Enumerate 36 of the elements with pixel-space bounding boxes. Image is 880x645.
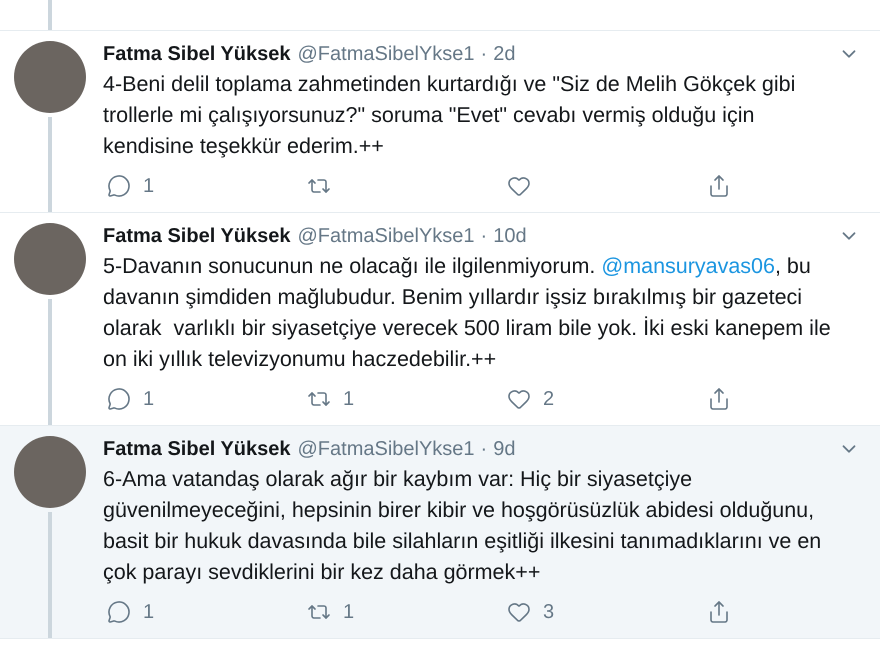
author-handle[interactable]: @FatmaSibelYkse1 [298, 221, 475, 251]
mention-link[interactable]: @mansuryavas06 [601, 254, 775, 278]
speech-bubble-icon [107, 387, 131, 411]
speech-bubble-icon [107, 600, 131, 624]
tweet-time[interactable]: 2d [493, 39, 516, 69]
heart-icon [507, 600, 531, 624]
tweet-text: 5-Davanın sonucunun ne olacağı ile ilgilenmiyorum. @mansuryavas06, bu davanın şimdiden mağlubudur. Benim yıllardır işsiz bırakılmış bir gazeteci olarak varlıklı bir siyasetçiye verecek 500 liram bile yok. İki eski kanepem ile on iki yıllık televizyonumu haczedebilir.++ [103, 253, 832, 373]
tweet-text: 6-Ama vatandaş olarak ağır bir kaybım var: Hiç bir siyasetçiye güvenilmeyeceğini, hepsinin birer kibir ve hoşgörüsüzlük abidesi olduğunu, basit bir hukuk davasında bile silahların eşitliği ilkesini tanımadıklarını ve en çok parayı sevdiklerini bir kez daha görmek++ [103, 466, 822, 586]
share-button[interactable] [707, 174, 731, 198]
share-icon [707, 174, 731, 198]
tweet-time[interactable]: 9d [493, 434, 516, 464]
like-button[interactable]: 3 [507, 597, 554, 627]
reply-button[interactable]: 1 [107, 171, 154, 201]
retweet-button[interactable]: 1 [307, 384, 354, 414]
author-handle[interactable]: @FatmaSibelYkse1 [298, 434, 475, 464]
like-button[interactable] [507, 174, 531, 198]
speech-bubble-icon [107, 174, 131, 198]
tweet-text: 4-Beni delil toplama zahmetinden kurtardığı ve "Siz de Melih Gökçek gibi trollerle mi çalışıyorsunuz?" soruma "Evet" cevabı vermiş olduğu için kendisine teşekkür ederim.++ [103, 71, 796, 160]
reply-button[interactable]: 1 [107, 384, 154, 414]
share-icon [707, 387, 731, 411]
tweet-time[interactable]: 10d [493, 221, 527, 251]
separator: · [480, 42, 488, 67]
like-button[interactable]: 2 [507, 384, 554, 414]
retweet-button[interactable]: 1 [307, 597, 354, 627]
share-button[interactable] [707, 600, 731, 624]
heart-icon [507, 387, 531, 411]
separator: · [480, 224, 488, 249]
reply-button[interactable]: 1 [107, 597, 154, 627]
share-icon [707, 600, 731, 624]
share-button[interactable] [707, 387, 731, 411]
heart-icon [507, 174, 531, 198]
separator: · [480, 437, 488, 462]
author-handle[interactable]: @FatmaSibelYkse1 [298, 39, 475, 69]
author-name[interactable]: Fatma Sibel Yüksek [103, 434, 290, 464]
author-name[interactable]: Fatma Sibel Yüksek [103, 221, 290, 251]
author-name[interactable]: Fatma Sibel Yüksek [103, 39, 290, 69]
